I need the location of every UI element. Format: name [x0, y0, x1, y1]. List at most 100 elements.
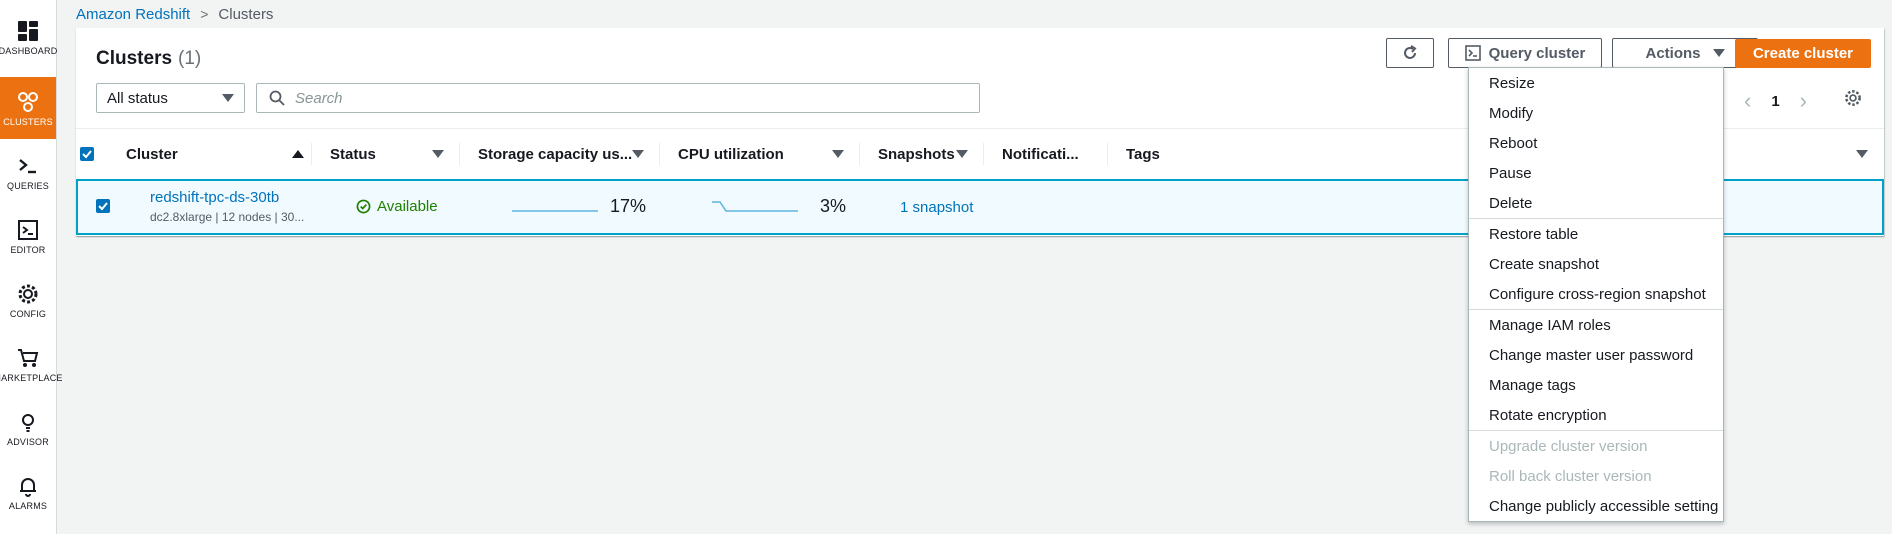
nav-editor[interactable]: EDITOR — [0, 205, 56, 267]
nav-config-label: CONFIG — [9, 308, 47, 319]
chevron-left-icon[interactable]: ‹ — [1744, 88, 1751, 114]
cluster-detail: dc2.8xlarge | 12 nodes | 30... — [150, 210, 305, 224]
sidebar: DASHBOARD CLUSTERS QUERIES EDITOR CONFIG… — [0, 0, 62, 534]
nav-marketplace[interactable]: MARKETPLACE — [0, 333, 62, 395]
lightbulb-icon — [22, 413, 34, 432]
nav-queries[interactable]: QUERIES — [0, 141, 56, 203]
sort-ascending-icon — [292, 150, 304, 158]
cluster-count: (1) — [178, 48, 202, 69]
status-badge: Available — [356, 198, 438, 215]
menu-item-public-access[interactable]: Change publicly accessible setting — [1469, 491, 1723, 521]
column-cluster-label: Cluster — [126, 145, 178, 163]
menu-item-upgrade-version: Upgrade cluster version — [1489, 437, 1648, 455]
check-circle-icon — [356, 199, 371, 214]
refresh-button[interactable] — [1386, 38, 1434, 68]
menu-item-change-master-password[interactable]: Change master user password — [1469, 340, 1723, 370]
menu-item-reboot[interactable]: Reboot — [1469, 128, 1723, 158]
column-notifications-label: Notificati... — [1002, 145, 1079, 163]
breadcrumb: Amazon Redshift > Clusters — [76, 4, 273, 24]
terminal-icon — [1464, 45, 1481, 61]
status-filter-value: All status — [107, 89, 168, 107]
chevron-right-icon[interactable]: › — [1800, 88, 1807, 114]
nav-queries-label: QUERIES — [7, 180, 49, 191]
caret-down-icon — [832, 150, 844, 158]
column-header-cpu[interactable]: CPU utilization — [660, 129, 860, 179]
column-snapshots-label: Snapshots — [878, 145, 955, 163]
column-status-label: Status — [330, 145, 376, 163]
check-icon — [98, 202, 108, 211]
bell-icon — [20, 477, 36, 497]
caret-down-icon[interactable] — [1856, 150, 1868, 158]
column-header-cluster[interactable]: Cluster — [112, 129, 312, 179]
menu-group-state: Resize Modify Reboot Pause Delete — [1469, 68, 1723, 218]
pagination: ‹ 1 › — [1744, 88, 1807, 114]
nav-advisor-label: ADVISOR — [7, 436, 49, 447]
actions-dropdown-menu: Resize Modify Reboot Pause Delete Restor… — [1468, 67, 1724, 522]
caret-down-icon — [956, 150, 968, 158]
nav-clusters-label: CLUSTERS — [3, 116, 53, 127]
column-cpu-label: CPU utilization — [678, 145, 784, 163]
nav-dashboard-label: DASHBOARD — [0, 45, 58, 56]
cluster-name-link[interactable]: redshift-tpc-ds-30tb — [150, 189, 279, 206]
menu-item-rollback-version: Roll back cluster version — [1489, 467, 1652, 485]
query-cluster-button[interactable]: Query cluster — [1448, 38, 1602, 68]
cpu-value: 3% — [820, 196, 847, 216]
menu-item-resize[interactable]: Resize — [1469, 68, 1723, 98]
nav-alarms[interactable]: ALARMS — [0, 461, 56, 523]
clusters-icon — [18, 91, 38, 112]
row-checkbox[interactable] — [96, 199, 110, 213]
cpu-sparkline — [712, 201, 798, 212]
gear-icon — [18, 284, 38, 303]
column-header-notifications[interactable]: Notificati... — [984, 129, 1108, 179]
menu-group-version: Upgrade cluster version Roll back cluste… — [1469, 431, 1723, 521]
create-cluster-button[interactable]: Create cluster — [1735, 39, 1871, 68]
column-tags-label: Tags — [1126, 145, 1160, 163]
menu-item-rotate-encryption[interactable]: Rotate encryption — [1469, 400, 1723, 430]
menu-item-cross-region-snapshot[interactable]: Configure cross-region snapshot — [1469, 279, 1723, 309]
cart-icon — [18, 348, 39, 367]
menu-item-delete[interactable]: Delete — [1469, 188, 1723, 218]
breadcrumb-current: Clusters — [218, 5, 274, 23]
menu-item-pause[interactable]: Pause — [1469, 158, 1723, 188]
menu-item-modify[interactable]: Modify — [1469, 98, 1723, 128]
nav-marketplace-label: MARKETPLACE — [0, 372, 63, 383]
caret-down-icon — [632, 150, 644, 158]
create-cluster-label: Create cluster — [1752, 45, 1854, 62]
breadcrumb-root-link[interactable]: Amazon Redshift — [76, 6, 190, 23]
status-text: Available — [377, 198, 438, 215]
editor-icon — [18, 219, 38, 240]
nav-dashboard[interactable]: DASHBOARD — [0, 6, 58, 68]
menu-item-manage-iam-roles[interactable]: Manage IAM roles — [1469, 310, 1723, 340]
menu-item-create-snapshot[interactable]: Create snapshot — [1469, 249, 1723, 279]
menu-item-restore-table[interactable]: Restore table — [1469, 219, 1723, 249]
page-number[interactable]: 1 — [1771, 93, 1779, 110]
menu-item-manage-tags[interactable]: Manage tags — [1469, 370, 1723, 400]
select-all-checkbox[interactable] — [80, 147, 94, 161]
caret-down-icon — [432, 150, 444, 158]
storage-value: 17% — [610, 196, 647, 216]
query-cluster-label: Query cluster — [1488, 44, 1586, 62]
storage-sparkline — [512, 210, 598, 212]
column-header-snapshots[interactable]: Snapshots — [860, 129, 984, 179]
check-icon — [82, 150, 92, 159]
nav-config[interactable]: CONFIG — [0, 269, 56, 331]
column-header-storage[interactable]: Storage capacity us... — [460, 129, 660, 179]
nav-editor-label: EDITOR — [10, 244, 46, 255]
column-header-status[interactable]: Status — [312, 129, 460, 179]
actions-label: Actions — [1645, 44, 1701, 62]
column-header-tags[interactable]: Tags — [1108, 129, 1308, 179]
nav-advisor[interactable]: ADVISOR — [0, 397, 56, 459]
caret-down-icon — [222, 94, 234, 102]
queries-icon — [19, 158, 36, 173]
search-input[interactable] — [293, 88, 897, 108]
menu-group-permissions: Manage IAM roles Change master user pass… — [1469, 310, 1723, 430]
settings-gear-icon[interactable] — [1843, 88, 1863, 108]
page-title: Clusters (1) — [96, 48, 201, 70]
dashboard-icon — [18, 20, 38, 41]
page-title-text: Clusters — [96, 48, 173, 69]
snapshots-link[interactable]: 1 snapshot — [900, 199, 973, 216]
status-filter-select[interactable]: All status — [96, 83, 245, 113]
nav-clusters[interactable]: CLUSTERS — [0, 77, 56, 139]
menu-group-backup: Restore table Create snapshot Configure … — [1469, 219, 1723, 309]
search-box — [256, 83, 980, 113]
